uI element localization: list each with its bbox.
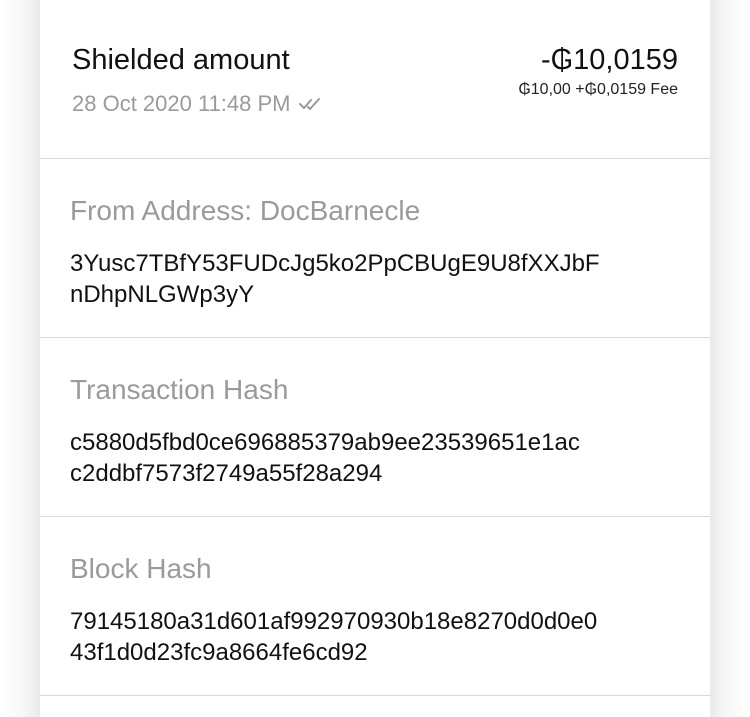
next-section-edge: [40, 696, 710, 716]
block-hash-line: 43f1d0d23fc9a8664fe6cd92: [70, 639, 368, 666]
from-address-line: nDhpNLGWp3yY: [70, 281, 255, 308]
transaction-title: Shielded amount: [72, 44, 290, 76]
block-hash-section[interactable]: Block Hash 79145180a31d601af992970930b18…: [40, 517, 710, 696]
block-hash-value: 79145180a31d601af992970930b18e8270d0d0e0…: [70, 606, 690, 668]
transaction-hash-line: c2ddbf7573f2749a55f28a294: [70, 460, 383, 487]
double-check-icon: [298, 98, 320, 110]
from-address-line: 3Yusc7TBfY53FUDcJg5ko2PpCBUgE9U8fXXJbF: [70, 250, 600, 277]
from-address-value: 3Yusc7TBfY53FUDcJg5ko2PpCBUgE9U8fXXJbF n…: [70, 248, 690, 310]
block-hash-label: Block Hash: [70, 553, 212, 584]
transaction-hash-label: Transaction Hash: [70, 374, 289, 405]
transaction-hash-value: c5880d5fbd0ce696885379ab9ee23539651e1ac …: [70, 427, 690, 489]
transaction-datetime: 28 Oct 2020 11:48 PM: [72, 91, 291, 116]
transaction-detail-card: Shielded amount 28 Oct 2020 11:48 PM -₲1…: [40, 0, 710, 717]
right-shadow: [710, 0, 750, 717]
transaction-hash-line: c5880d5fbd0ce696885379ab9ee23539651e1ac: [70, 429, 580, 456]
transaction-amount: -₲10,0159: [540, 44, 678, 76]
transaction-fee-breakdown: ₲10,00 +₲0,0159 Fee: [518, 81, 678, 98]
block-hash-line: 79145180a31d601af992970930b18e8270d0d0e0: [70, 608, 598, 635]
transaction-detail-screen: Shielded amount 28 Oct 2020 11:48 PM -₲1…: [0, 0, 750, 717]
transaction-summary[interactable]: Shielded amount 28 Oct 2020 11:48 PM -₲1…: [40, 0, 710, 159]
left-shadow: [0, 0, 40, 717]
transaction-datetime-row: 28 Oct 2020 11:48 PM: [72, 91, 323, 117]
from-address-section[interactable]: From Address: DocBarnecle 3Yusc7TBfY53FU…: [40, 159, 710, 338]
transaction-hash-section[interactable]: Transaction Hash c5880d5fbd0ce696885379a…: [40, 338, 710, 517]
from-address-label: From Address: DocBarnecle: [70, 195, 421, 226]
